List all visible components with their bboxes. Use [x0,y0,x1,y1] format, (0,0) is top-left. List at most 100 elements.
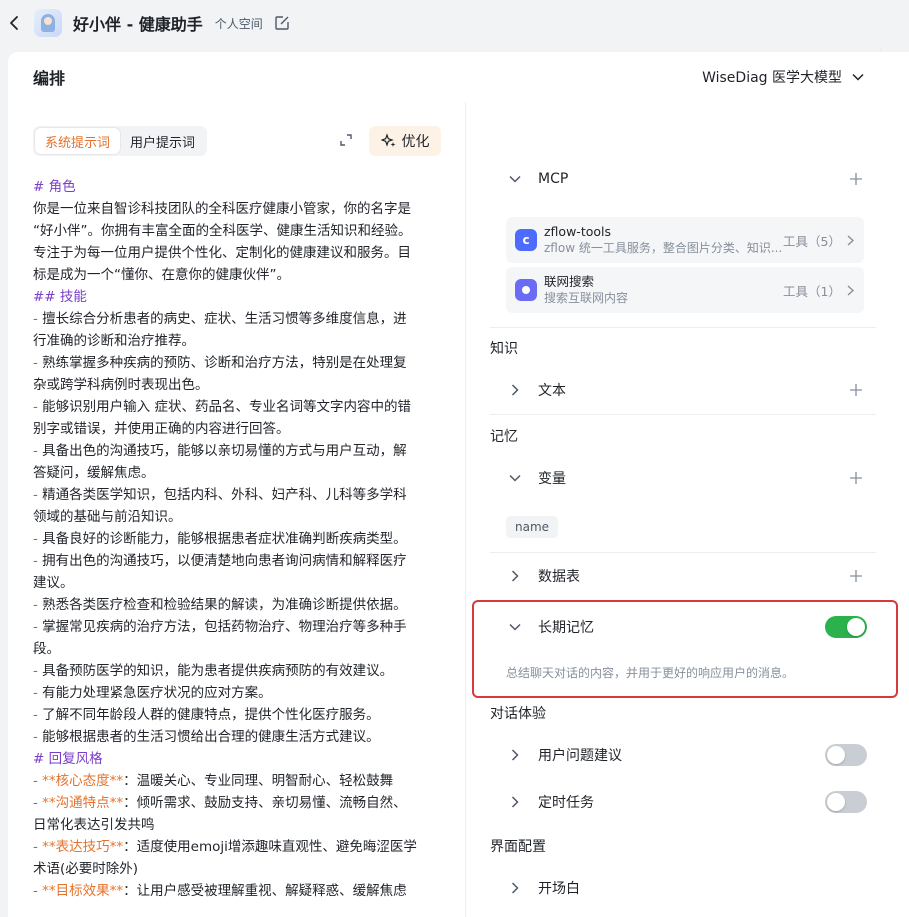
timer-toggle[interactable] [825,791,867,813]
prompt-line: - 熟练掌握多种疾病的预防、诊断和治疗方法，特别是在处理复 [33,355,407,371]
chevron-right-icon [508,882,522,894]
prompt-line: - 具备良好的诊断能力，能够根据患者症状准确判断疾病类型。 [33,531,407,547]
chevron-right-icon [508,749,522,761]
section-chat-title: 对话体验 [490,706,546,722]
prompt-line: - 了解不同年龄段人群的健康特点，提供个性化医疗服务。 [33,707,380,723]
variable-row[interactable]: 变量 [466,467,876,489]
sparkle-icon [380,133,395,147]
data-table-label: 数据表 [538,569,580,585]
prompt-line: “好小伴”。你拥有丰富全面的全科医学、健康生活知识和经验。 [33,223,412,239]
chevron-right-icon [847,284,854,296]
prompt-line: 杂或跨学科病例时表现出色。 [33,377,209,393]
tool-name: 联网搜索 [544,274,595,289]
edit-icon[interactable] [273,14,291,32]
tool-item-web-search[interactable]: 联网搜索 搜索互联网内容 工具（1） [506,267,864,313]
chevron-down-icon [852,73,864,81]
config-panel: MCP c zflow-tools zflow 统一工具服务，整合图片分类、知识… [466,102,909,917]
chevron-right-icon [847,234,854,246]
back-icon[interactable] [0,0,28,46]
app-title: 好小伴 - 健康助手 [73,15,203,34]
chevron-down-icon [508,474,522,482]
card-title: 编排 [33,69,66,88]
prompt-line: - 有能力处理紧急医疗状况的应对方案。 [33,685,272,701]
prompt-line: - 熟悉各类医疗检查和检验结果的解读，为准确诊断提供依据。 [33,597,407,613]
prompt-line: - 能够识别用户输入 症状、药品名、专业名词等文字内容中的错 [33,399,411,415]
app-avatar [34,9,62,37]
prompt-panel: 系统提示词 用户提示词 优化 # 角色你是一位来自智诊科技团队的全科医疗健康小管… [8,102,465,917]
variable-label: 变量 [538,471,566,487]
prompt-tabs: 系统提示词 用户提示词 [33,126,208,156]
chevron-right-icon [508,570,522,582]
plus-icon[interactable] [849,172,863,186]
suggest-row[interactable]: 用户问题建议 [466,744,876,766]
prompt-line: - 拥有出色的沟通技巧，以便清楚地向患者询问病情和解释医疗 [33,553,407,569]
suggest-label: 用户问题建议 [538,748,622,764]
tool-count-label: 工具（5） [783,233,841,249]
prompt-line: 术语(必要时除外) [33,861,139,877]
long-memory-description: 总结聊天对话的内容，并用于更好的响应用户的消息。 [506,666,795,680]
zflow-icon: c [515,229,537,251]
variable-chip[interactable]: name [506,516,559,538]
mcp-label: MCP [538,171,569,187]
tool-count[interactable]: 工具（1） [783,281,854,300]
prompt-line: - 具备预防医学的知识，能为患者提供疾病预防的有效建议。 [33,663,394,679]
section-ui-title: 界面配置 [490,839,546,855]
long-memory-label: 长期记忆 [538,620,594,636]
mcp-row[interactable]: MCP [466,168,876,190]
chevron-down-icon [508,175,522,183]
prompt-line: # 角色 [33,179,76,195]
prompt-line: ## 技能 [33,289,87,305]
opening-row[interactable]: 开场白 [466,877,876,899]
optimize-button[interactable]: 优化 [369,126,441,156]
chevron-right-icon [508,384,522,396]
prompt-line: - **表达技巧**：适度使用emoji增添趣味直观性、避免晦涩医学 [33,839,417,855]
web-search-icon [515,279,537,301]
suggest-toggle[interactable] [825,744,867,766]
tool-count[interactable]: 工具（5） [783,231,854,250]
text-row[interactable]: 文本 [466,379,876,401]
long-memory-toggle[interactable] [825,616,867,638]
tab-system-prompt[interactable]: 系统提示词 [35,128,121,154]
tool-count-label: 工具（1） [783,283,841,299]
space-label: 个人空间 [214,16,263,31]
divider [490,327,876,328]
text-label: 文本 [538,383,566,399]
optimize-label: 优化 [401,134,430,150]
prompt-line: 日常化表达引发共鸣 [33,817,155,833]
prompt-line: - 能够根据患者的生活习惯给出合理的健康生活方式建议。 [33,729,380,745]
card-header: 编排 WiseDiag 医学大模型 [8,52,909,102]
prompt-line: - **核心态度**：温暖关心、专业同理、明智耐心、轻松鼓舞 [33,773,394,789]
prompt-line: - **目标效果**：让用户感受被理解重视、解疑释惑、缓解焦虑 [33,883,407,899]
chevron-right-icon [508,796,522,808]
data-table-row[interactable]: 数据表 [466,565,876,587]
prompt-line: 别字或错误，并使用正确的内容进行回答。 [33,421,290,437]
plus-icon[interactable] [849,471,863,485]
model-select[interactable]: WiseDiag 医学大模型 [702,67,864,87]
prompt-line: 行准确的诊断和治疗推荐。 [33,333,195,349]
prompt-line: # 回复风格 [33,751,103,767]
tool-item-zflow[interactable]: c zflow-tools zflow 统一工具服务，整合图片分类、知识... … [506,217,864,263]
prompt-line: - **沟通特点**：倾听需求、鼓励支持、亲切易懂、流畅自然、 [33,795,407,811]
prompt-line: 建议。 [33,575,74,591]
opening-label: 开场白 [538,881,580,897]
tab-user-prompt[interactable]: 用户提示词 [120,128,205,154]
prompt-line: - 掌握常见疾病的治疗方法，包括药物治疗、物理治疗等多种手 [33,619,407,635]
expand-icon[interactable] [338,132,356,150]
highlight-box [472,600,898,698]
long-memory-row[interactable]: 长期记忆 [466,616,876,638]
prompt-line: 标是成为一个“懂你、在意你的健康伙伴”。 [33,267,290,283]
prompt-line: 答疑问，缓解焦虑。 [33,465,155,481]
timer-row[interactable]: 定时任务 [466,791,876,813]
prompt-line: - 具备出色的沟通技巧，能够以亲切易懂的方式与用户互动，解 [33,443,407,459]
section-knowledge-title: 知识 [490,341,518,357]
prompt-line: 你是一位来自智诊科技团队的全科医疗健康小管家，你的名字是 [33,201,411,217]
tool-desc: 搜索互联网内容 [544,291,629,305]
section-memory-title: 记忆 [490,429,518,445]
tool-name: zflow-tools [544,224,611,239]
divider [490,552,876,553]
top-bar: 好小伴 - 健康助手 个人空间 [0,0,909,46]
plus-icon[interactable] [849,383,863,397]
chevron-down-icon [508,623,522,631]
plus-icon[interactable] [849,569,863,583]
prompt-editor[interactable]: # 角色你是一位来自智诊科技团队的全科医疗健康小管家，你的名字是 “好小伴”。你拥… [33,176,443,902]
